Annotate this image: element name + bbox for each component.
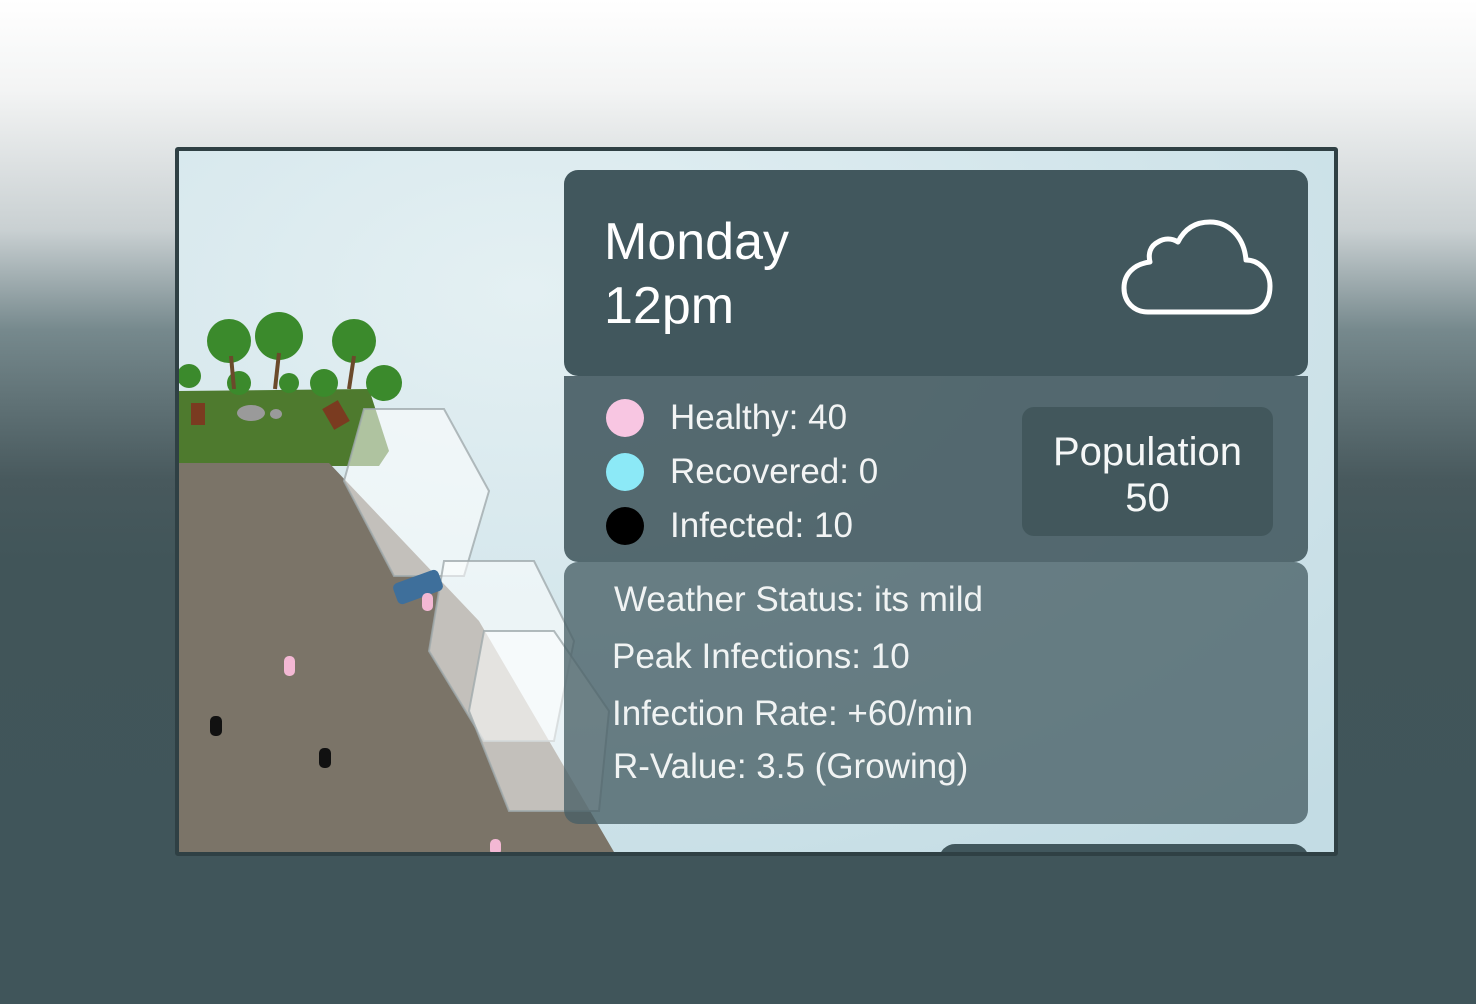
recovered-dot-icon [606, 453, 644, 491]
healthy-count: Healthy: 40 [670, 398, 848, 437]
weather-status: Weather Status: its mild [614, 580, 983, 619]
population-label: Population [1052, 430, 1243, 474]
day-label: Monday [604, 213, 789, 271]
stats-panel: Weather Status: its mild Peak Infections… [564, 562, 1308, 824]
infected-dot-icon [606, 507, 644, 545]
r-value: R-Value: 3.5 (Growing) [613, 747, 969, 786]
cloud-icon [1121, 219, 1273, 315]
game-viewport[interactable]: Monday 12pm Healthy: 40 Recovered: 0 Inf… [175, 147, 1338, 856]
recovered-count: Recovered: 0 [670, 452, 879, 491]
time-label: 12pm [604, 277, 735, 335]
healthy-dot-icon [606, 399, 644, 437]
park-bench [191, 403, 205, 425]
legend-item-recovered: Recovered: 0 [606, 452, 878, 492]
clock-panel: Monday 12pm [564, 170, 1308, 376]
status-panel: Healthy: 40 Recovered: 0 Infected: 10 Po… [564, 376, 1308, 562]
bottom-panel-edge [939, 844, 1309, 852]
population-box: Population 50 [1022, 407, 1273, 536]
population-value: 50 [1125, 476, 1170, 520]
legend-item-infected: Infected: 10 [606, 506, 853, 546]
legend-item-healthy: Healthy: 40 [606, 398, 847, 438]
infected-count: Infected: 10 [670, 506, 853, 545]
peak-infections: Peak Infections: 10 [612, 637, 910, 676]
infection-rate: Infection Rate: +60/min [612, 694, 973, 733]
